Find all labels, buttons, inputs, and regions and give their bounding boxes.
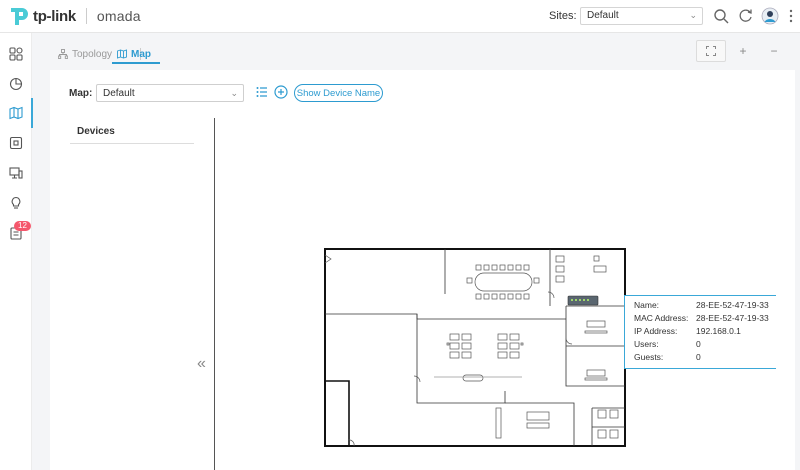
tab-map[interactable]: Map [117,46,151,62]
tooltip-row-mac: MAC Address: 28-EE-52-47-19-33 [634,313,769,323]
lightbulb-icon [11,196,21,209]
view-tabs-bar: Topology Map + − [33,33,800,69]
tab-topology[interactable]: Topology [58,46,112,62]
map-panel: Map: Default ⌄ Show Device Name Devices … [50,70,795,470]
logo-separator [85,8,87,24]
nav-devices[interactable] [0,128,32,158]
add-map-button[interactable] [274,85,288,99]
search-icon[interactable] [712,7,730,25]
tooltip-row-guests: Guests: 0 [634,352,701,362]
map-icon [117,49,127,59]
tooltip-row-users: Users: 0 [634,339,701,349]
map-label: Map: [69,88,93,99]
chevron-down-icon: ⌄ [689,10,697,20]
panel-vertical-divider [214,118,215,470]
map-list-button[interactable] [255,85,269,99]
nav-statistics[interactable] [0,69,32,99]
map-select-value: Default [103,88,135,99]
site-select[interactable]: Default ⌄ [580,7,703,25]
left-nav-rail: 12 [0,33,33,470]
sites-label: Sites: [549,10,577,22]
device-icon [9,136,23,150]
zoom-out-button[interactable]: − [759,40,789,62]
nav-insights[interactable] [0,188,32,218]
brand-logo[interactable]: tp-link omada [8,6,141,26]
tab-map-label: Map [131,48,151,60]
fullscreen-icon [706,46,716,56]
devices-title: Devices [77,126,115,137]
product-name: omada [96,8,141,24]
fullscreen-button[interactable] [696,40,726,62]
nav-map[interactable] [0,98,33,128]
active-tab-indicator [112,62,160,64]
device-info-tooltip: Name: 28-EE-52-47-19-33 MAC Address: 28-… [624,295,776,369]
tp-link-logo-icon [8,6,30,26]
nav-logs[interactable]: 12 [0,218,32,248]
pie-chart-icon [9,77,23,91]
list-icon [256,87,267,97]
collapse-panel-icon[interactable]: « [197,355,206,373]
zoom-in-button[interactable]: + [728,40,758,62]
map-select[interactable]: Default ⌄ [96,84,244,102]
topology-icon [58,49,68,59]
more-menu-icon[interactable] [786,7,796,25]
floor-plan-image[interactable] [322,246,632,448]
log-count-badge: 12 [14,221,31,231]
plus-circle-icon [274,85,288,99]
site-select-value: Default [587,10,619,21]
show-device-name-button[interactable]: Show Device Name [294,84,383,102]
user-avatar-icon[interactable] [761,7,779,25]
grid-icon [9,47,23,61]
refresh-icon[interactable] [737,7,755,25]
tab-topology-label: Topology [72,48,113,60]
nav-clients[interactable] [0,158,32,188]
chevron-down-icon: ⌄ [230,88,238,98]
monitor-icon [9,167,23,179]
switch-device-icon [567,295,599,306]
map-icon [9,106,23,120]
top-header: tp-link omada Sites: Default ⌄ [0,0,800,33]
nav-dashboard[interactable] [0,39,32,69]
devices-divider [70,143,194,144]
tooltip-row-ip: IP Address: 192.168.0.1 [634,326,741,336]
tooltip-row-name: Name: 28-EE-52-47-19-33 [634,300,769,310]
brand-name: tp-link [33,7,76,25]
